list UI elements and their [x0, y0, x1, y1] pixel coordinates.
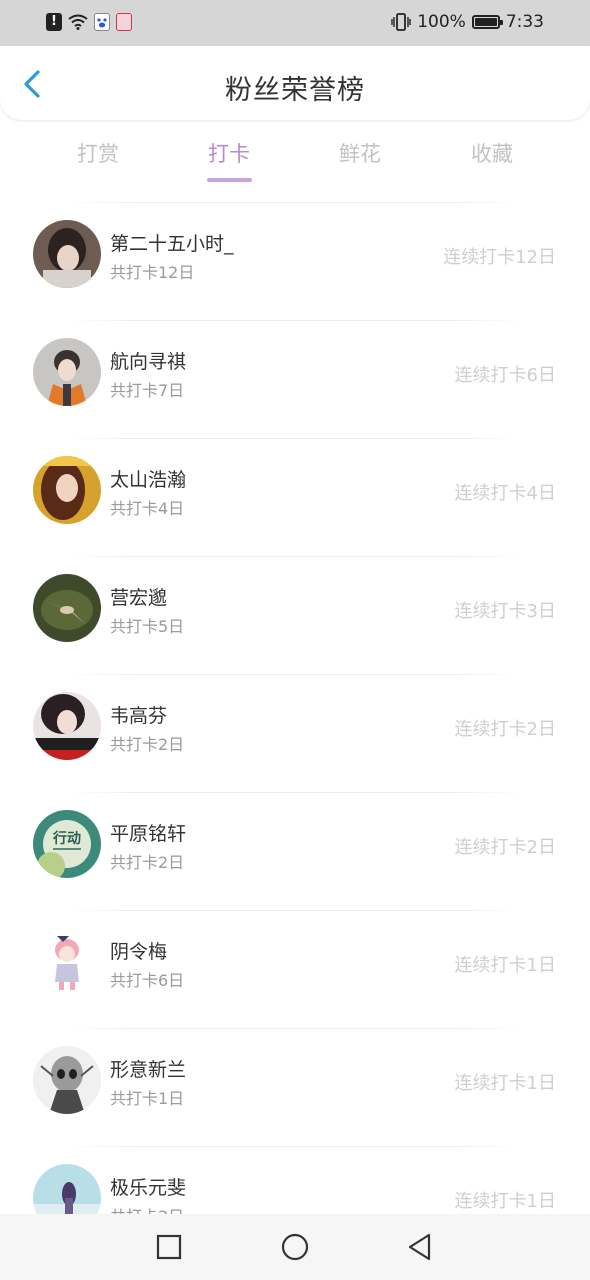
divider	[70, 438, 520, 439]
user-name: 航向寻祺	[110, 351, 187, 373]
total-checkins: 共打卡12日	[110, 263, 195, 282]
streak-checkins: 连续打卡4日	[454, 483, 556, 504]
alert-icon: !	[46, 13, 62, 31]
avatar[interactable]	[33, 1164, 101, 1214]
user-name: 阴令梅	[110, 941, 168, 963]
list-item[interactable]: 形意新兰 共打卡1日 连续打卡1日	[0, 1028, 590, 1146]
divider	[70, 1028, 520, 1029]
streak-checkins: 连续打卡1日	[454, 1073, 556, 1094]
wifi-icon	[68, 14, 88, 30]
back-icon	[408, 1233, 431, 1261]
avatar[interactable]	[33, 692, 101, 760]
avatar[interactable]	[33, 220, 101, 288]
list-item[interactable]: 行动 平原铭轩 共打卡2日 连续打卡2日	[0, 792, 590, 910]
streak-checkins: 连续打卡1日	[454, 1191, 556, 1212]
list-item[interactable]: 第二十五小时_ 共打卡12日 连续打卡12日	[0, 202, 590, 320]
user-name: 营宏邈	[110, 587, 168, 609]
streak-checkins: 连续打卡3日	[454, 601, 556, 622]
recent-apps-icon	[156, 1234, 182, 1260]
divider	[70, 674, 520, 675]
user-name: 太山浩瀚	[110, 469, 187, 491]
divider	[70, 320, 520, 321]
streak-checkins: 连续打卡12日	[443, 247, 556, 268]
list-item[interactable]: 韦高芬 共打卡2日 连续打卡2日	[0, 674, 590, 792]
list-item[interactable]: 营宏邈 共打卡5日 连续打卡3日	[0, 556, 590, 674]
system-indicators: 100% 7:33	[391, 11, 544, 33]
page-title: 粉丝荣誉榜	[225, 75, 365, 106]
system-nav-bar	[0, 1214, 590, 1280]
battery-percent: 100%	[417, 12, 466, 32]
notification-icons: !	[46, 11, 132, 33]
avatar[interactable]	[33, 1046, 101, 1114]
avatar[interactable]: 行动	[33, 810, 101, 878]
avatar[interactable]	[33, 338, 101, 406]
list-item[interactable]: 太山浩瀚 共打卡4日 连续打卡4日	[0, 438, 590, 556]
total-checkins: 共打卡5日	[110, 617, 185, 636]
streak-checkins: 连续打卡1日	[454, 955, 556, 976]
list-item[interactable]: 航向寻祺 共打卡7日 连续打卡6日	[0, 320, 590, 438]
tab-favorites[interactable]: 收藏	[442, 138, 542, 168]
active-tab-indicator	[207, 178, 252, 182]
streak-checkins: 连续打卡2日	[454, 837, 556, 858]
clock: 7:33	[505, 12, 544, 32]
divider	[70, 910, 520, 911]
user-name: 第二十五小时_	[110, 233, 234, 255]
home-button[interactable]	[280, 1232, 310, 1262]
streak-checkins: 连续打卡6日	[454, 365, 556, 386]
total-checkins: 共打卡7日	[110, 381, 185, 400]
user-name: 平原铭轩	[110, 823, 187, 845]
status-bar: ! 100% 7:33	[0, 0, 590, 46]
tab-checkin[interactable]: 打卡	[179, 138, 279, 168]
total-checkins: 共打卡2日	[110, 1203, 184, 1214]
user-name: 韦高芬	[110, 705, 168, 727]
avatar[interactable]	[33, 574, 101, 642]
home-icon	[281, 1233, 309, 1261]
user-name: 形意新兰	[110, 1059, 187, 1081]
list-item[interactable]: 极乐元斐 共打卡2日 连续打卡1日	[0, 1146, 590, 1214]
streak-checkins: 连续打卡2日	[454, 719, 556, 740]
avatar-text: 行动	[52, 830, 81, 847]
total-checkins: 共打卡2日	[110, 853, 185, 872]
tab-tip[interactable]: 打赏	[48, 138, 148, 168]
battery-level	[474, 18, 497, 26]
divider	[70, 556, 520, 557]
avatar[interactable]	[33, 928, 101, 996]
app-icon	[116, 13, 132, 31]
system-back-button[interactable]	[405, 1232, 435, 1262]
fan-ranking-list: 第二十五小时_ 共打卡12日 连续打卡12日 航向寻祺 共打卡7日 连续打卡6日…	[0, 202, 590, 1214]
total-checkins: 共打卡4日	[110, 499, 185, 518]
list-item[interactable]: 阴令梅 共打卡6日 连续打卡1日	[0, 910, 590, 1028]
avatar[interactable]	[33, 456, 101, 524]
vibrate-icon	[391, 13, 411, 31]
baidu-app-icon	[94, 13, 110, 31]
app-header: 粉丝荣誉榜	[0, 46, 590, 120]
total-checkins: 共打卡2日	[110, 735, 185, 754]
total-checkins: 共打卡6日	[110, 971, 185, 990]
total-checkins: 共打卡1日	[110, 1089, 185, 1108]
user-name: 极乐元斐	[110, 1177, 187, 1199]
divider	[70, 1146, 520, 1147]
divider	[70, 202, 520, 203]
tab-flowers[interactable]: 鲜花	[310, 138, 410, 168]
divider	[70, 792, 520, 793]
recent-apps-button[interactable]	[154, 1232, 184, 1262]
battery-icon	[471, 15, 503, 29]
tab-bar: 打赏 打卡 鲜花 收藏	[0, 128, 590, 188]
